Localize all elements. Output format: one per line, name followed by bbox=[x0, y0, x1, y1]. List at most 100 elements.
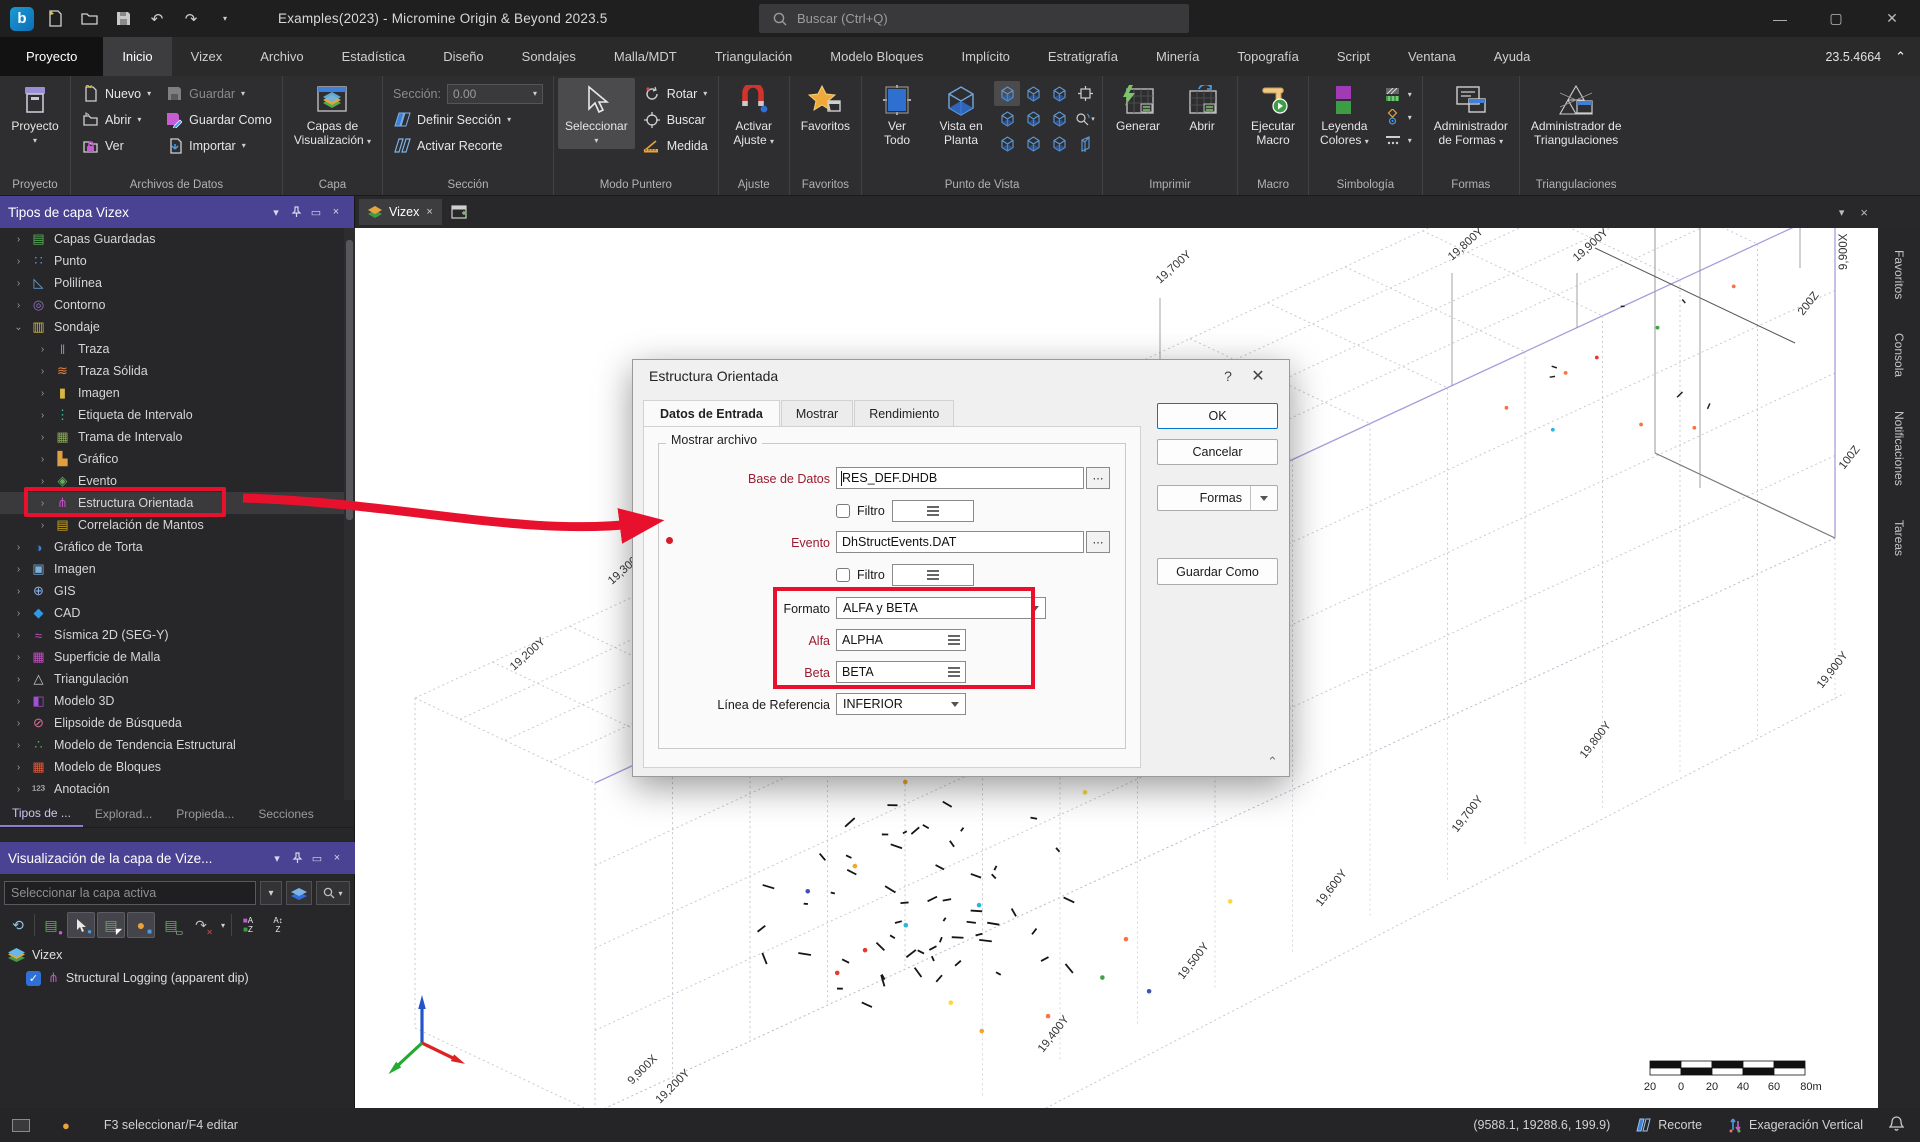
view-cube-button[interactable] bbox=[1046, 131, 1072, 156]
quick-access-caret-icon[interactable]: ▾ bbox=[212, 6, 238, 32]
expander-collapsed-icon[interactable]: › bbox=[12, 740, 25, 751]
importar-button[interactable]: Importar▾ bbox=[159, 133, 278, 158]
close-tab-icon[interactable]: × bbox=[426, 206, 432, 218]
view-cube-button[interactable] bbox=[1046, 106, 1072, 131]
medida-button[interactable]: Medida bbox=[637, 133, 714, 158]
view-cube-button[interactable]: ▾ bbox=[1072, 106, 1098, 131]
tree-item-dh-graph[interactable]: ›▙Gráfico bbox=[0, 448, 344, 470]
menu-tab-ayuda[interactable]: Ayuda bbox=[1475, 37, 1550, 76]
dialog-title-bar[interactable]: Estructura Orientada ? ✕ bbox=[633, 360, 1289, 392]
leyenda-colores-button[interactable]: Leyenda Colores ▾ bbox=[1313, 78, 1376, 150]
expander-collapsed-icon[interactable]: › bbox=[12, 586, 25, 597]
expander-collapsed-icon[interactable]: › bbox=[36, 366, 49, 377]
menu-tab-ventana[interactable]: Ventana bbox=[1389, 37, 1475, 76]
menu-tab-triangulaci-n[interactable]: Triangulación bbox=[696, 37, 812, 76]
panel-tab-tipos-de-[interactable]: Tipos de ... bbox=[0, 800, 83, 827]
expander-collapsed-icon[interactable]: › bbox=[12, 630, 25, 641]
refresh-view-button[interactable]: ⟲ bbox=[4, 912, 32, 938]
expander-collapsed-icon[interactable]: › bbox=[12, 652, 25, 663]
browse-evento-button[interactable]: ⋯ bbox=[1086, 531, 1110, 553]
dock-tab-notificaciones[interactable]: Notificaciones bbox=[1892, 399, 1906, 498]
tree-item-block-model[interactable]: ›▦Modelo de Bloques bbox=[0, 756, 344, 778]
pin-icon[interactable] bbox=[286, 206, 306, 218]
active-layer-dropdown-button[interactable]: ▾ bbox=[260, 881, 282, 905]
filtro1-input[interactable] bbox=[892, 500, 974, 522]
definir-seccion-button[interactable]: Definir Sección▾ bbox=[387, 107, 549, 132]
expander-collapsed-icon[interactable]: › bbox=[36, 410, 49, 421]
view-cube-button[interactable] bbox=[994, 131, 1020, 156]
menu-tab-sondajes[interactable]: Sondajes bbox=[503, 37, 595, 76]
tree-item-gis[interactable]: ›⊕GIS bbox=[0, 580, 344, 602]
scrollbar-thumb[interactable] bbox=[346, 240, 353, 520]
vista-planta-button[interactable]: Vista en Planta bbox=[930, 78, 992, 149]
expander-collapsed-icon[interactable]: › bbox=[12, 234, 25, 245]
view-cube-button[interactable] bbox=[1020, 81, 1046, 106]
browse-database-button[interactable]: ⋯ bbox=[1086, 467, 1110, 489]
view-cube-button[interactable] bbox=[1072, 81, 1098, 106]
filtro2-input[interactable] bbox=[892, 564, 974, 586]
capas-visualizacion-button[interactable]: Capas de Visualización ▾ bbox=[287, 78, 378, 150]
sort-order-button[interactable]: A↕Z bbox=[264, 912, 292, 938]
menu-tab-miner-a[interactable]: Minería bbox=[1137, 37, 1218, 76]
symbol-legend-button[interactable]: ▾ bbox=[1378, 106, 1418, 128]
activar-ajuste-button[interactable]: Activar Ajuste ▾ bbox=[723, 78, 785, 150]
close-button[interactable]: ✕ bbox=[1864, 0, 1920, 37]
rotar-button[interactable]: Rotar▾ bbox=[637, 81, 714, 106]
tab-list-caret-icon[interactable]: ▾ bbox=[1839, 206, 1845, 219]
expander-collapsed-icon[interactable]: › bbox=[12, 300, 25, 311]
tree-item-saved-layers[interactable]: ›▤Capas Guardadas bbox=[0, 228, 344, 250]
close-panel-icon[interactable]: × bbox=[327, 852, 347, 864]
float-icon[interactable]: ▭ bbox=[307, 852, 327, 865]
tree-item-model-3d[interactable]: ›◧Modelo 3D bbox=[0, 690, 344, 712]
tab-mostrar[interactable]: Mostrar bbox=[781, 400, 853, 427]
lock-layers-button[interactable]: ▤● bbox=[37, 912, 65, 938]
menu-tab-script[interactable]: Script bbox=[1318, 37, 1389, 76]
ver-button[interactable]: Ver bbox=[75, 133, 157, 158]
seccion-value-input[interactable]: 0.00▾ bbox=[447, 84, 543, 104]
expander-collapsed-icon[interactable]: › bbox=[36, 520, 49, 531]
seleccionar-button[interactable]: Seleccionar ▾ bbox=[558, 78, 635, 149]
menu-tab-topograf-a[interactable]: Topografía bbox=[1218, 37, 1317, 76]
guardar-como-dialog-button[interactable]: Guardar Como bbox=[1157, 558, 1278, 585]
help-button[interactable]: ? bbox=[1213, 368, 1243, 384]
activar-recorte-button[interactable]: Activar Recorte bbox=[387, 133, 549, 158]
tree-item-cad[interactable]: ›◆CAD bbox=[0, 602, 344, 624]
linea-referencia-select[interactable]: INFERIOR bbox=[836, 693, 966, 715]
layers-stack-button[interactable] bbox=[286, 881, 312, 905]
expander-collapsed-icon[interactable]: › bbox=[12, 674, 25, 685]
tree-item-seismic[interactable]: ›≈Sísmica 2D (SEG-Y) bbox=[0, 624, 344, 646]
new-view-button[interactable] bbox=[446, 200, 472, 224]
expander-collapsed-icon[interactable]: › bbox=[12, 608, 25, 619]
close-panel-icon[interactable]: × bbox=[326, 206, 346, 218]
generar-button[interactable]: Generar bbox=[1107, 78, 1169, 136]
cancelar-button[interactable]: Cancelar bbox=[1157, 439, 1278, 465]
tree-item-trace[interactable]: ›‖Traza bbox=[0, 338, 344, 360]
expander-collapsed-icon[interactable]: › bbox=[36, 454, 49, 465]
panel-tab-secciones[interactable]: Secciones bbox=[246, 800, 325, 827]
evento-input[interactable]: DhStructEvents.DAT bbox=[836, 531, 1084, 553]
tab-rendimiento[interactable]: Rendimiento bbox=[854, 400, 954, 427]
notifications-bell-icon[interactable] bbox=[1889, 1116, 1904, 1135]
view-cube-button[interactable] bbox=[994, 106, 1020, 131]
layer-window-button[interactable]: ▤▭ bbox=[157, 912, 185, 938]
close-view-icon[interactable]: × bbox=[1860, 205, 1868, 220]
admin-formas-button[interactable]: Administrador de Formas ▾ bbox=[1427, 78, 1515, 150]
collapse-chevron-icon[interactable]: ⌃ bbox=[1267, 754, 1278, 770]
menu-tab-impl-cito[interactable]: Implícito bbox=[943, 37, 1029, 76]
menu-tab-vizex[interactable]: Vizex bbox=[172, 37, 242, 76]
viewport-tab-vizex[interactable]: Vizex × bbox=[359, 199, 442, 225]
panel-tab-explorad-[interactable]: Explorad... bbox=[83, 800, 164, 827]
layer-row-structural-logging[interactable]: ✓ ⋔ Structural Logging (apparent dip) bbox=[0, 966, 355, 990]
menu-tab-proyecto[interactable]: Proyecto bbox=[0, 37, 103, 76]
open-file-icon[interactable] bbox=[76, 6, 102, 32]
proyecto-button[interactable]: Proyecto ▾ bbox=[4, 78, 66, 149]
ejecutar-macro-button[interactable]: Ejecutar Macro bbox=[1242, 78, 1304, 149]
panel-tab-propieda-[interactable]: Propieda... bbox=[164, 800, 246, 827]
tree-item-point[interactable]: ›∷Punto bbox=[0, 250, 344, 272]
dock-tab-tareas[interactable]: Tareas bbox=[1892, 508, 1906, 568]
tree-item-interval-hatch[interactable]: ›▦Trama de Intervalo bbox=[0, 426, 344, 448]
menu-tab-malla-mdt[interactable]: Malla/MDT bbox=[595, 37, 696, 76]
layer-visibility-checkbox[interactable]: ✓ bbox=[26, 971, 41, 986]
abrir-button[interactable]: Abrir▾ bbox=[75, 107, 157, 132]
clear-selection-caret[interactable]: ▾ bbox=[217, 912, 229, 938]
